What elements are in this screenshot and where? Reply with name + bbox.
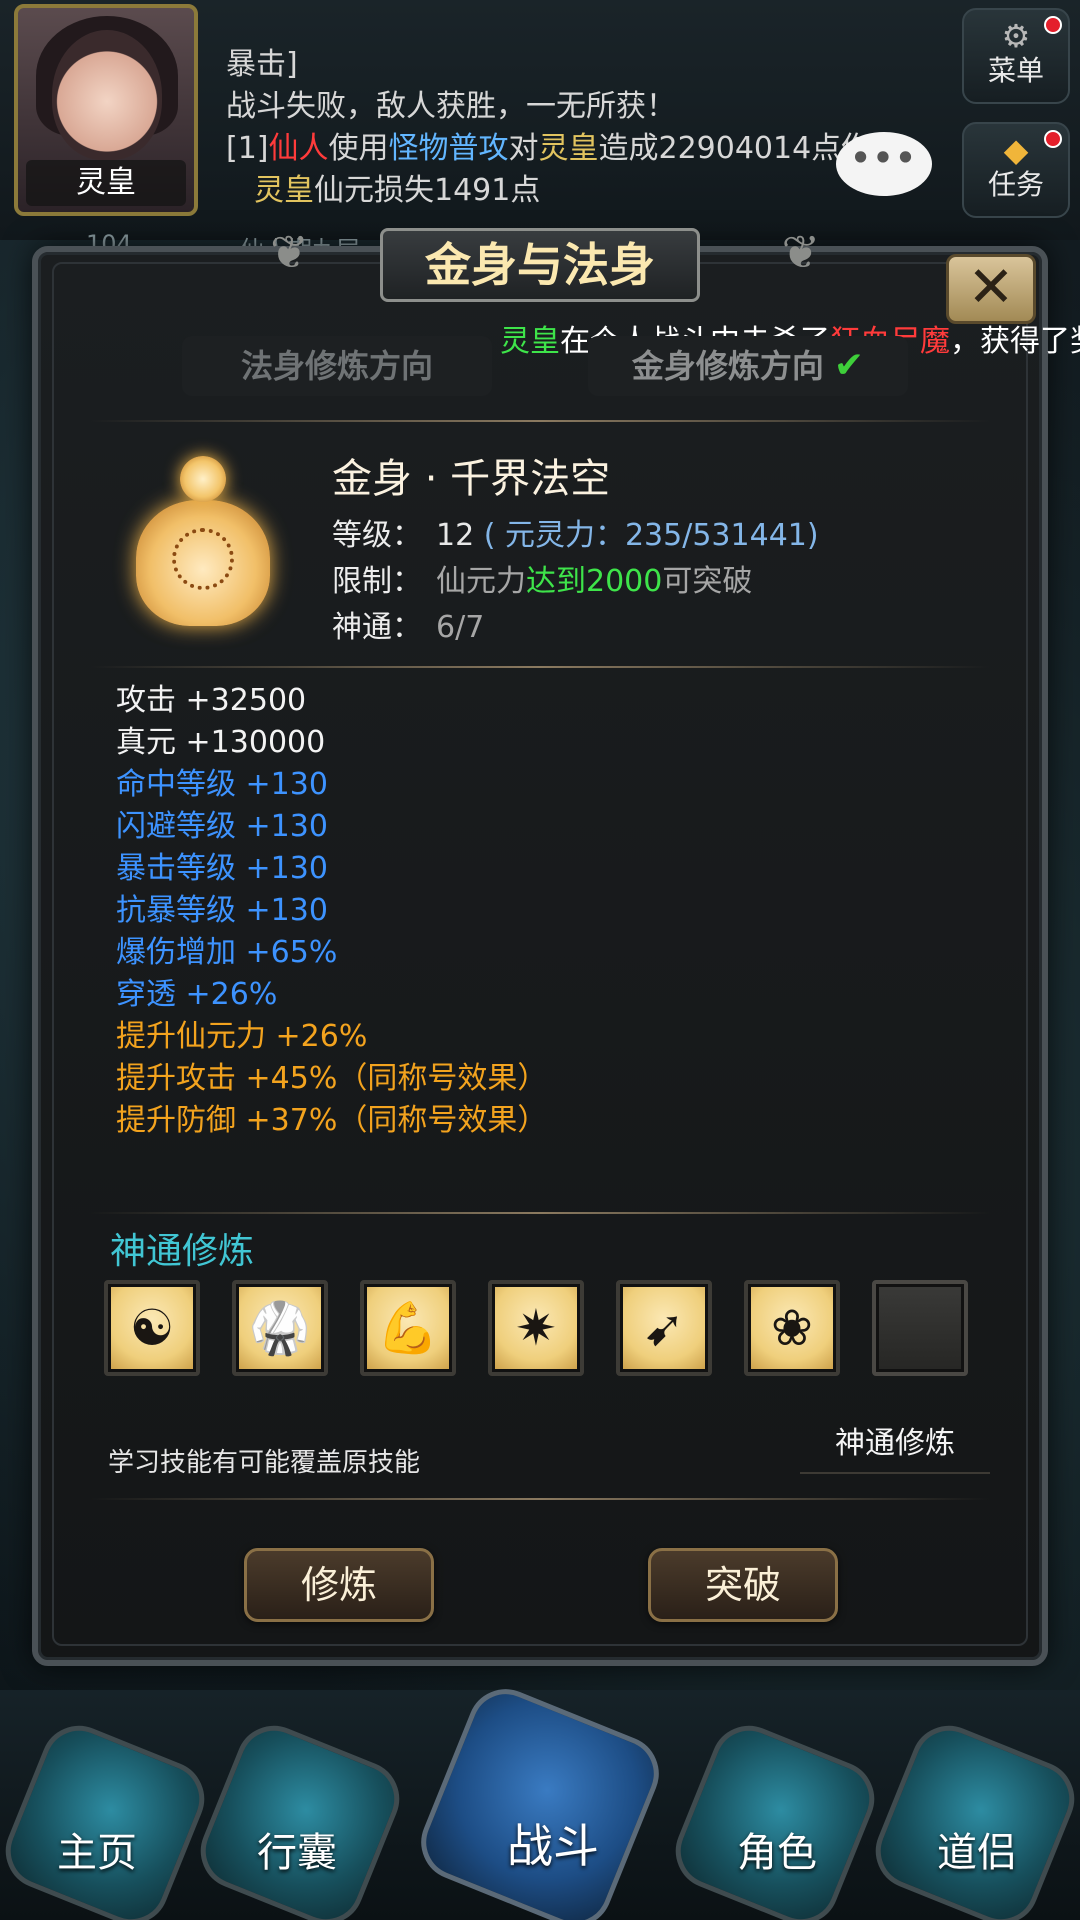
log-to: 对 (508, 131, 539, 166)
stat-row: 攻击 +32500 (116, 683, 307, 718)
divider (90, 1498, 990, 1500)
level-key: 等级： (332, 518, 422, 553)
task-label: 任务 (987, 168, 1044, 201)
check-icon: ✔ (833, 345, 865, 386)
ticker-name: 灵皇 (500, 324, 560, 356)
nav-label-partner[interactable]: 道侣 (892, 1820, 1062, 1878)
limit-key: 限制： (332, 564, 422, 599)
divider (90, 420, 990, 422)
log-loss: 仙元损失1491点 (314, 173, 541, 208)
nav-bag-icon[interactable] (189, 1714, 411, 1920)
player-name: 灵皇 (26, 160, 186, 206)
nav-home-icon[interactable] (0, 1714, 216, 1920)
piercing-arrows-icon[interactable]: ➹ (616, 1280, 712, 1376)
divider (90, 666, 990, 668)
skill-section-title: 神通修炼 (110, 1231, 255, 1272)
tab-label: 法身修炼方向 (240, 347, 433, 385)
power-key: 神通： (332, 610, 422, 645)
notification-dot (1044, 130, 1062, 148)
yin-yang-icon[interactable]: ☯ (104, 1280, 200, 1376)
nav-label-bag[interactable]: 行囊 (212, 1820, 382, 1878)
stat-row: 提升仙元力 +26% (116, 1019, 368, 1054)
skill-slots: ☯ 🥋 💪 ✷ ➹ ❀ (104, 1280, 974, 1380)
nav-label-home[interactable]: 主页 (12, 1820, 182, 1878)
stat-row: 提升防御 +37%（同称号效果） (116, 1103, 548, 1138)
log-skill: 怪物普攻 (388, 131, 509, 166)
task-button[interactable]: ◆ 任务 (962, 122, 1070, 218)
chat-bubble-icon[interactable]: ••• (836, 132, 932, 196)
skill-train-link[interactable]: 神通修炼 (800, 1414, 990, 1474)
log-verb: 使用 (328, 131, 389, 166)
nav-label-battle[interactable]: 战斗 (468, 1810, 638, 1876)
top-bar: 灵皇 暴击] 战斗失败，敌人获胜，一无所获！ [1]仙人使用怪物普攻对灵皇造成2… (0, 0, 1080, 264)
stat-row: 穿透 +26% (116, 977, 278, 1012)
log-line-2: 战斗失败，敌人获胜，一无所获！ (226, 89, 676, 124)
log-prefix: [1] (226, 131, 269, 166)
player-avatar[interactable]: 灵皇 (14, 4, 198, 216)
diamond-icon: ◆ (1003, 131, 1029, 169)
notification-dot (1044, 16, 1062, 34)
nav-battle-icon[interactable] (409, 1677, 671, 1920)
menu-label: 菜单 (987, 54, 1044, 87)
log-name: 灵皇 (254, 173, 314, 208)
ticker-rest: ，获得了奖 (950, 324, 1080, 356)
tab-label: 金身修炼方向 (631, 347, 824, 385)
burst-explosion-icon[interactable]: ✷ (488, 1280, 584, 1376)
breakthrough-button[interactable]: 突破 (648, 1548, 838, 1622)
empty-slot-icon[interactable] (872, 1280, 968, 1376)
title-ornament-left-icon: ❦ (270, 225, 309, 279)
level-val: 12 (436, 518, 475, 553)
power-val: 6/7 (436, 610, 485, 645)
log-line-4: 灵皇仙元损失1491点 (226, 170, 946, 212)
level-row: 等级： 12 ( 元灵力：235/531441) (332, 510, 819, 554)
divider (90, 1212, 990, 1214)
stat-row: 闪避等级 +130 (116, 809, 328, 844)
stat-row: 抗暴等级 +130 (116, 893, 328, 928)
log-line-1: 暴击] (226, 47, 298, 82)
martial-kick-icon[interactable]: 🥋 (232, 1280, 328, 1376)
menu-button[interactable]: ⚙ 菜单 (962, 8, 1070, 104)
stat-row: 提升攻击 +45%（同称号效果） (116, 1061, 548, 1096)
golden-buddha-icon (128, 456, 278, 626)
nav-label-character[interactable]: 角色 (692, 1820, 862, 1878)
train-button[interactable]: 修炼 (244, 1548, 434, 1622)
limit-green: 达到2000 (526, 564, 663, 599)
tab-dharma-body[interactable]: 法身修炼方向 (182, 336, 492, 396)
stat-list: 攻击 +32500 真元 +130000 命中等级 +130 闪避等级 +130… (116, 680, 547, 1142)
log-target: 灵皇 (538, 131, 599, 166)
dialog-title: 金身与法身 (380, 228, 700, 302)
stat-row: 暴击等级 +130 (116, 851, 328, 886)
spirit-power: ( 元灵力：235/531441) (483, 518, 819, 553)
body-name: 金身 · 千界法空 (332, 456, 611, 502)
limit-row: 限制： 仙元力达到2000可突破 (332, 556, 752, 600)
nav-character-icon[interactable] (664, 1714, 886, 1920)
battle-log: 暴击] 战斗失败，敌人获胜，一无所获！ [1]仙人使用怪物普攻对灵皇造成2290… (226, 44, 946, 212)
limit-pre: 仙元力 (436, 564, 526, 599)
lotus-icon[interactable]: ❀ (744, 1280, 840, 1376)
nav-partner-icon[interactable] (864, 1714, 1080, 1920)
limit-post: 可突破 (662, 564, 753, 599)
flexed-arm-icon[interactable]: 💪 (360, 1280, 456, 1376)
stat-row: 爆伤增加 +65% (116, 935, 338, 970)
avatar-face (52, 30, 162, 160)
tab-golden-body[interactable]: 金身修炼方向 ✔ (588, 336, 908, 396)
log-actor: 仙人 (268, 131, 329, 166)
bottom-nav (0, 1677, 1080, 1920)
gear-icon: ⚙ (1001, 17, 1031, 55)
mandala-emblem (172, 528, 234, 590)
stat-row: 命中等级 +130 (116, 767, 328, 802)
hint-text: 学习技能有可能覆盖原技能 (108, 1448, 421, 1478)
figure-head (180, 456, 226, 502)
power-row: 神通： 6/7 (332, 602, 484, 646)
stat-row: 真元 +130000 (116, 725, 326, 760)
close-button[interactable]: ✕ (946, 254, 1036, 324)
title-ornament-right-icon: ❦ (781, 225, 820, 279)
